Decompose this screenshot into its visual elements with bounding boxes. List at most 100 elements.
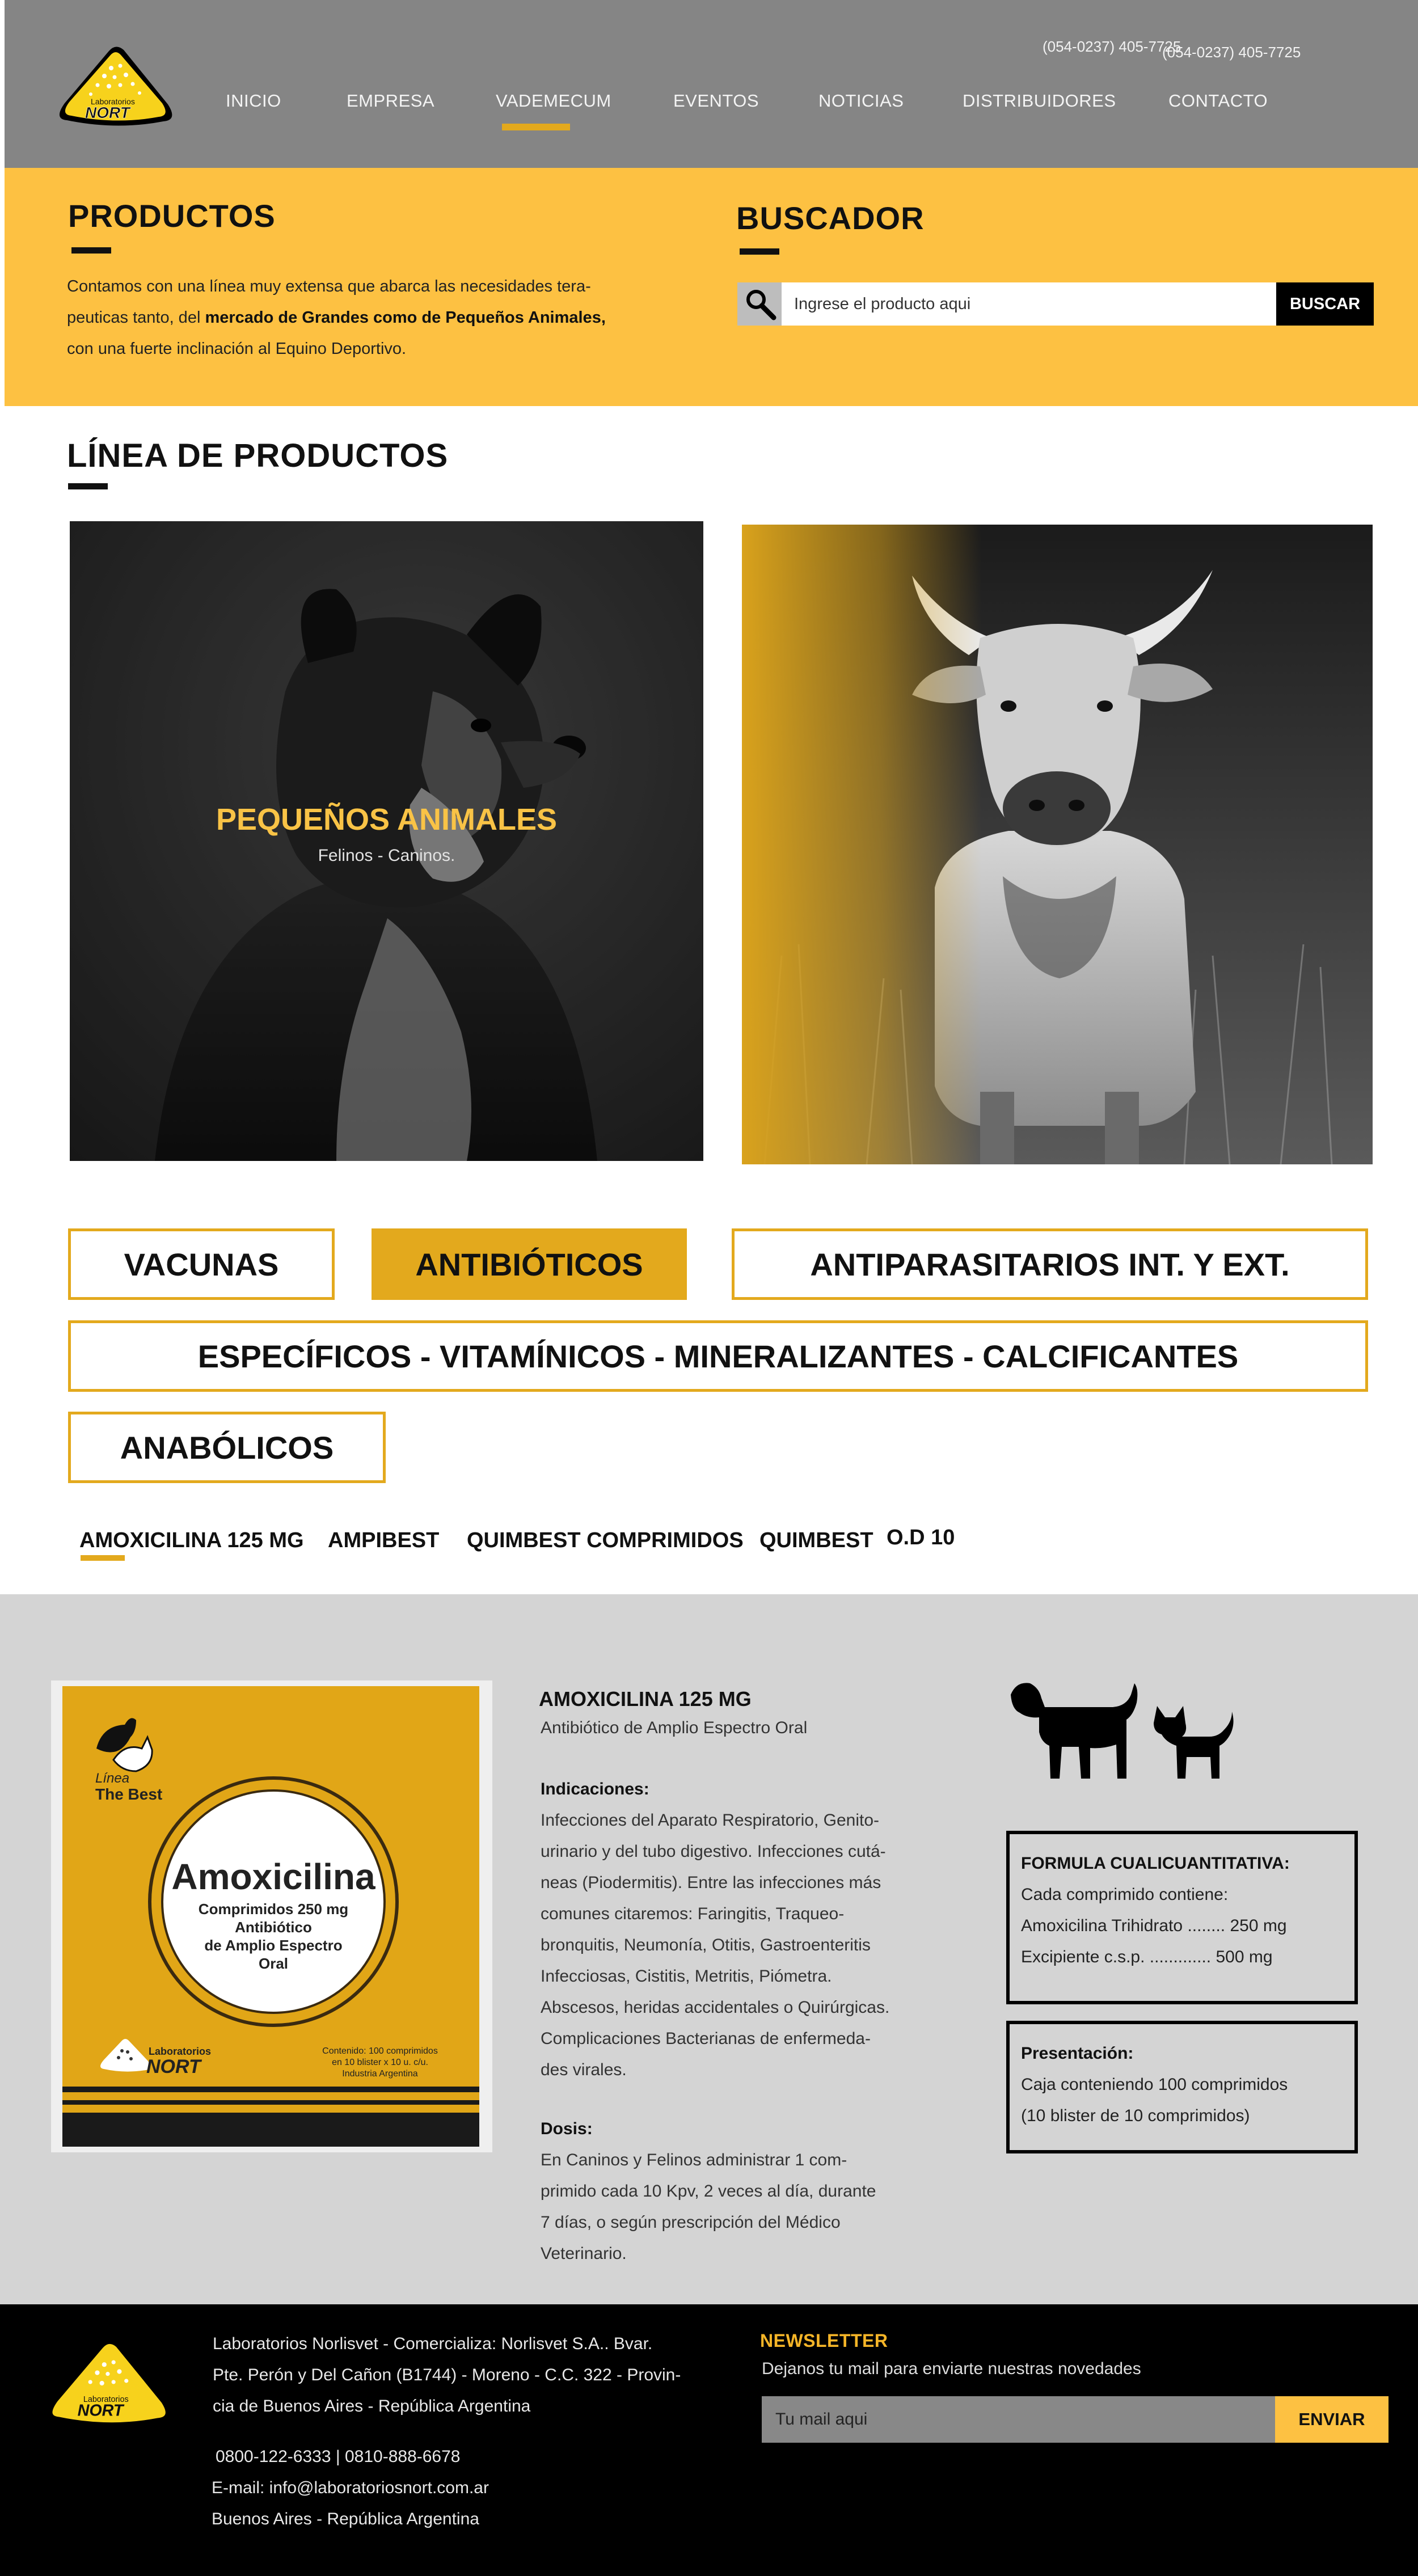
formula-box: FORMULA CUALICUANTITATIVA: Cada comprimi… [1006,1831,1358,2004]
subtab-quimbest[interactable]: QUIMBEST [759,1528,873,1553]
formula-line: Amoxicilina Trihidrato ........ 250 mg [1021,1916,1287,1935]
product-name: AMOXICILINA 125 MG [539,1687,752,1711]
presentacion-line: (10 blister de 10 comprimidos) [1021,2106,1250,2125]
newsletter-email-input[interactable] [762,2396,1275,2443]
subtab-ampibest[interactable]: AMPIBEST [328,1528,439,1553]
nav-distribuidores[interactable]: DISTRIBUIDORES [963,91,1116,111]
productos-intro: Contamos con una línea muy extensa que a… [67,271,685,365]
dosis-line: primido cada 10 Kpv, 2 veces al día, dur… [541,2182,876,2201]
nav-eventos[interactable]: EVENTOS [673,91,759,111]
intro-line-2: peuticas tanto, del mercado de Grandes c… [67,302,685,333]
product-subtitle: Antibiótico de Amplio Espectro Oral [541,1718,808,1737]
buscador-title: BUSCADOR [736,200,925,236]
subtab-active-indicator [81,1555,125,1561]
footer-phones: 0800-122-6333 | 0810-888-6678 [216,2447,461,2466]
search-icon [746,290,776,320]
category-anabolicos[interactable]: ANABÓLICOS [68,1412,386,1483]
productos-underline [71,247,111,254]
box-line-2: Antibiótico [235,1919,312,1936]
card-subtitle-pequenos: Felinos - Caninos. [318,846,455,865]
formula-line: Cada comprimido contiene: [1021,1885,1229,1904]
box-lab-top: Laboratorios [149,2046,211,2057]
intro-line-3: con una fuerte inclinación al Equino Dep… [67,340,407,358]
cow-photo [742,525,1373,1164]
card-grandes-animales[interactable] [742,525,1373,1164]
presentacion-box: Presentación: Caja conteniendo 100 compr… [1006,2021,1358,2153]
intro-line-1: Contamos con una línea muy extensa que a… [67,277,591,295]
intro-highlight: mercado de Grandes como de Pequeños Anim… [205,309,606,327]
newsletter-title: NEWSLETTER [760,2330,888,2351]
subtab-od10[interactable]: O.D 10 [887,1526,955,1550]
buscador-underline [740,248,779,255]
linea-title: LÍNEA DE PRODUCTOS [67,437,449,474]
box-content-1: Contenido: 100 comprimidos [322,2046,438,2056]
formula-label: FORMULA CUALICUANTITATIVA: [1021,1854,1290,1873]
productos-title: PRODUCTOS [68,198,276,234]
dosis-line: 7 días, o según prescripción del Médico [541,2213,841,2232]
dosis-line: En Caninos y Felinos administrar 1 com- [541,2151,847,2169]
box-line-3: de Amplio Espectro [204,1937,342,1954]
nav-inicio[interactable]: INICIO [226,91,281,111]
dosis-label: Dosis: [541,2119,593,2138]
main-nav: INICIO EMPRESA VADEMECUM EVENTOS NOTICIA… [0,91,1418,125]
box-line-label: Línea [95,1771,129,1786]
category-antibioticos[interactable]: ANTIBIÓTICOS [372,1228,687,1300]
address-line: cia de Buenos Aires - República Argentin… [213,2397,531,2415]
address-line: Laboratorios Norlisvet - Comercializa: N… [213,2334,653,2353]
nav-empresa[interactable]: EMPRESA [347,91,434,111]
box-product-name: Amoxicilina [171,1856,375,1897]
box-line-1: Comprimidos 250 mg [199,1901,348,1918]
ind-line: comunes citaremos: Faringitis, Traqueo- [541,1904,845,1923]
nav-noticias[interactable]: NOTICIAS [818,91,904,111]
footer-city: Buenos Aires - República Argentina [212,2510,479,2528]
subtab-quimbest-comprimidos[interactable]: QUIMBEST COMPRIMIDOS [467,1528,744,1553]
search-button[interactable]: BUSCAR [1276,282,1374,326]
category-antiparasitarios[interactable]: ANTIPARASITARIOS INT. Y EXT. [732,1228,1368,1300]
formula-line: Excipiente c.s.p. ............. 500 mg [1021,1948,1273,1966]
category-vacunas[interactable]: VACUNAS [68,1228,335,1300]
ind-line: Complicaciones Bacterianas de enfermeda- [541,2029,871,2048]
presentacion-label: Presentación: [1021,2044,1134,2063]
site-header [5,0,1418,168]
ind-line: bronquitis, Neumonía, Otitis, Gastroente… [541,1936,871,1954]
product-indicaciones: Indicaciones: Infecciones del Aparato Re… [541,1773,938,2085]
footer-email[interactable]: E-mail: info@laboratoriosnort.com.ar [212,2472,489,2503]
linea-underline [68,483,108,489]
nav-active-indicator [502,124,570,130]
ind-line: urinario y del tubo digestivo. Infeccion… [541,1842,886,1861]
search-icon-box[interactable] [737,282,782,326]
ind-line: des virales. [541,2060,627,2079]
card-pequenos-animales[interactable]: PEQUEÑOS ANIMALES Felinos - Caninos. [70,521,703,1161]
box-line-4: Oral [259,1955,288,1972]
newsletter-submit-button[interactable]: ENVIAR [1275,2396,1389,2443]
newsletter-subtitle: Dejanos tu mail para enviarte nuestras n… [762,2359,1141,2378]
dog-cat-icon [1011,1683,1234,1779]
nav-vademecum[interactable]: VADEMECUM [496,91,611,111]
intro-line-2-text: peuticas tanto, del [67,309,205,327]
box-content-2: en 10 blister x 10 u. c/u. [332,2058,428,2067]
ind-line: neas (Piodermitis). Entre las infeccione… [541,1873,881,1892]
phone-number-secondary: (054-0237) 405-7725 [1162,44,1301,61]
product-dosis: Dosis: En Caninos y Felinos administrar … [541,2113,938,2269]
ind-line: Infecciones del Aparato Respiratorio, Ge… [541,1811,879,1830]
box-content-3: Industria Argentina [342,2069,418,2079]
dosis-line: Veterinario. [541,2244,627,2263]
product-box-art: Línea The Best Amoxicilina Comprimidos 2… [51,1680,492,2152]
phone-number: (054-0237) 405-7725 [1043,38,1181,55]
presentacion-line: Caja conteniendo 100 comprimidos [1021,2075,1288,2094]
category-especificos[interactable]: ESPECÍFICOS - VITAMÍNICOS - MINERALIZANT… [68,1320,1368,1392]
footer-logo[interactable]: Laboratorios NORT [48,2337,171,2430]
box-brand: The Best [95,1785,162,1803]
ind-line: Abscesos, heridas accidentales o Quirúrg… [541,1998,890,2017]
box-lab-bottom: NORT [146,2056,202,2077]
dog-photo [70,521,703,1161]
footer-logo-text-bottom: NORT [78,2401,125,2419]
address-line: Pte. Perón y Del Cañon (B1744) - Moreno … [213,2366,681,2384]
search-input[interactable] [782,282,1276,326]
product-box-image: Línea The Best Amoxicilina Comprimidos 2… [51,1680,492,2152]
indicaciones-label: Indicaciones: [541,1780,649,1798]
ind-line: Infecciosas, Cistitis, Metritis, Piómetr… [541,1967,832,1986]
nav-contacto[interactable]: CONTACTO [1168,91,1268,111]
footer-address: Laboratorios Norlisvet - Comercializa: N… [213,2328,681,2422]
subtab-amoxicilina[interactable]: AMOXICILINA 125 MG [79,1528,304,1553]
